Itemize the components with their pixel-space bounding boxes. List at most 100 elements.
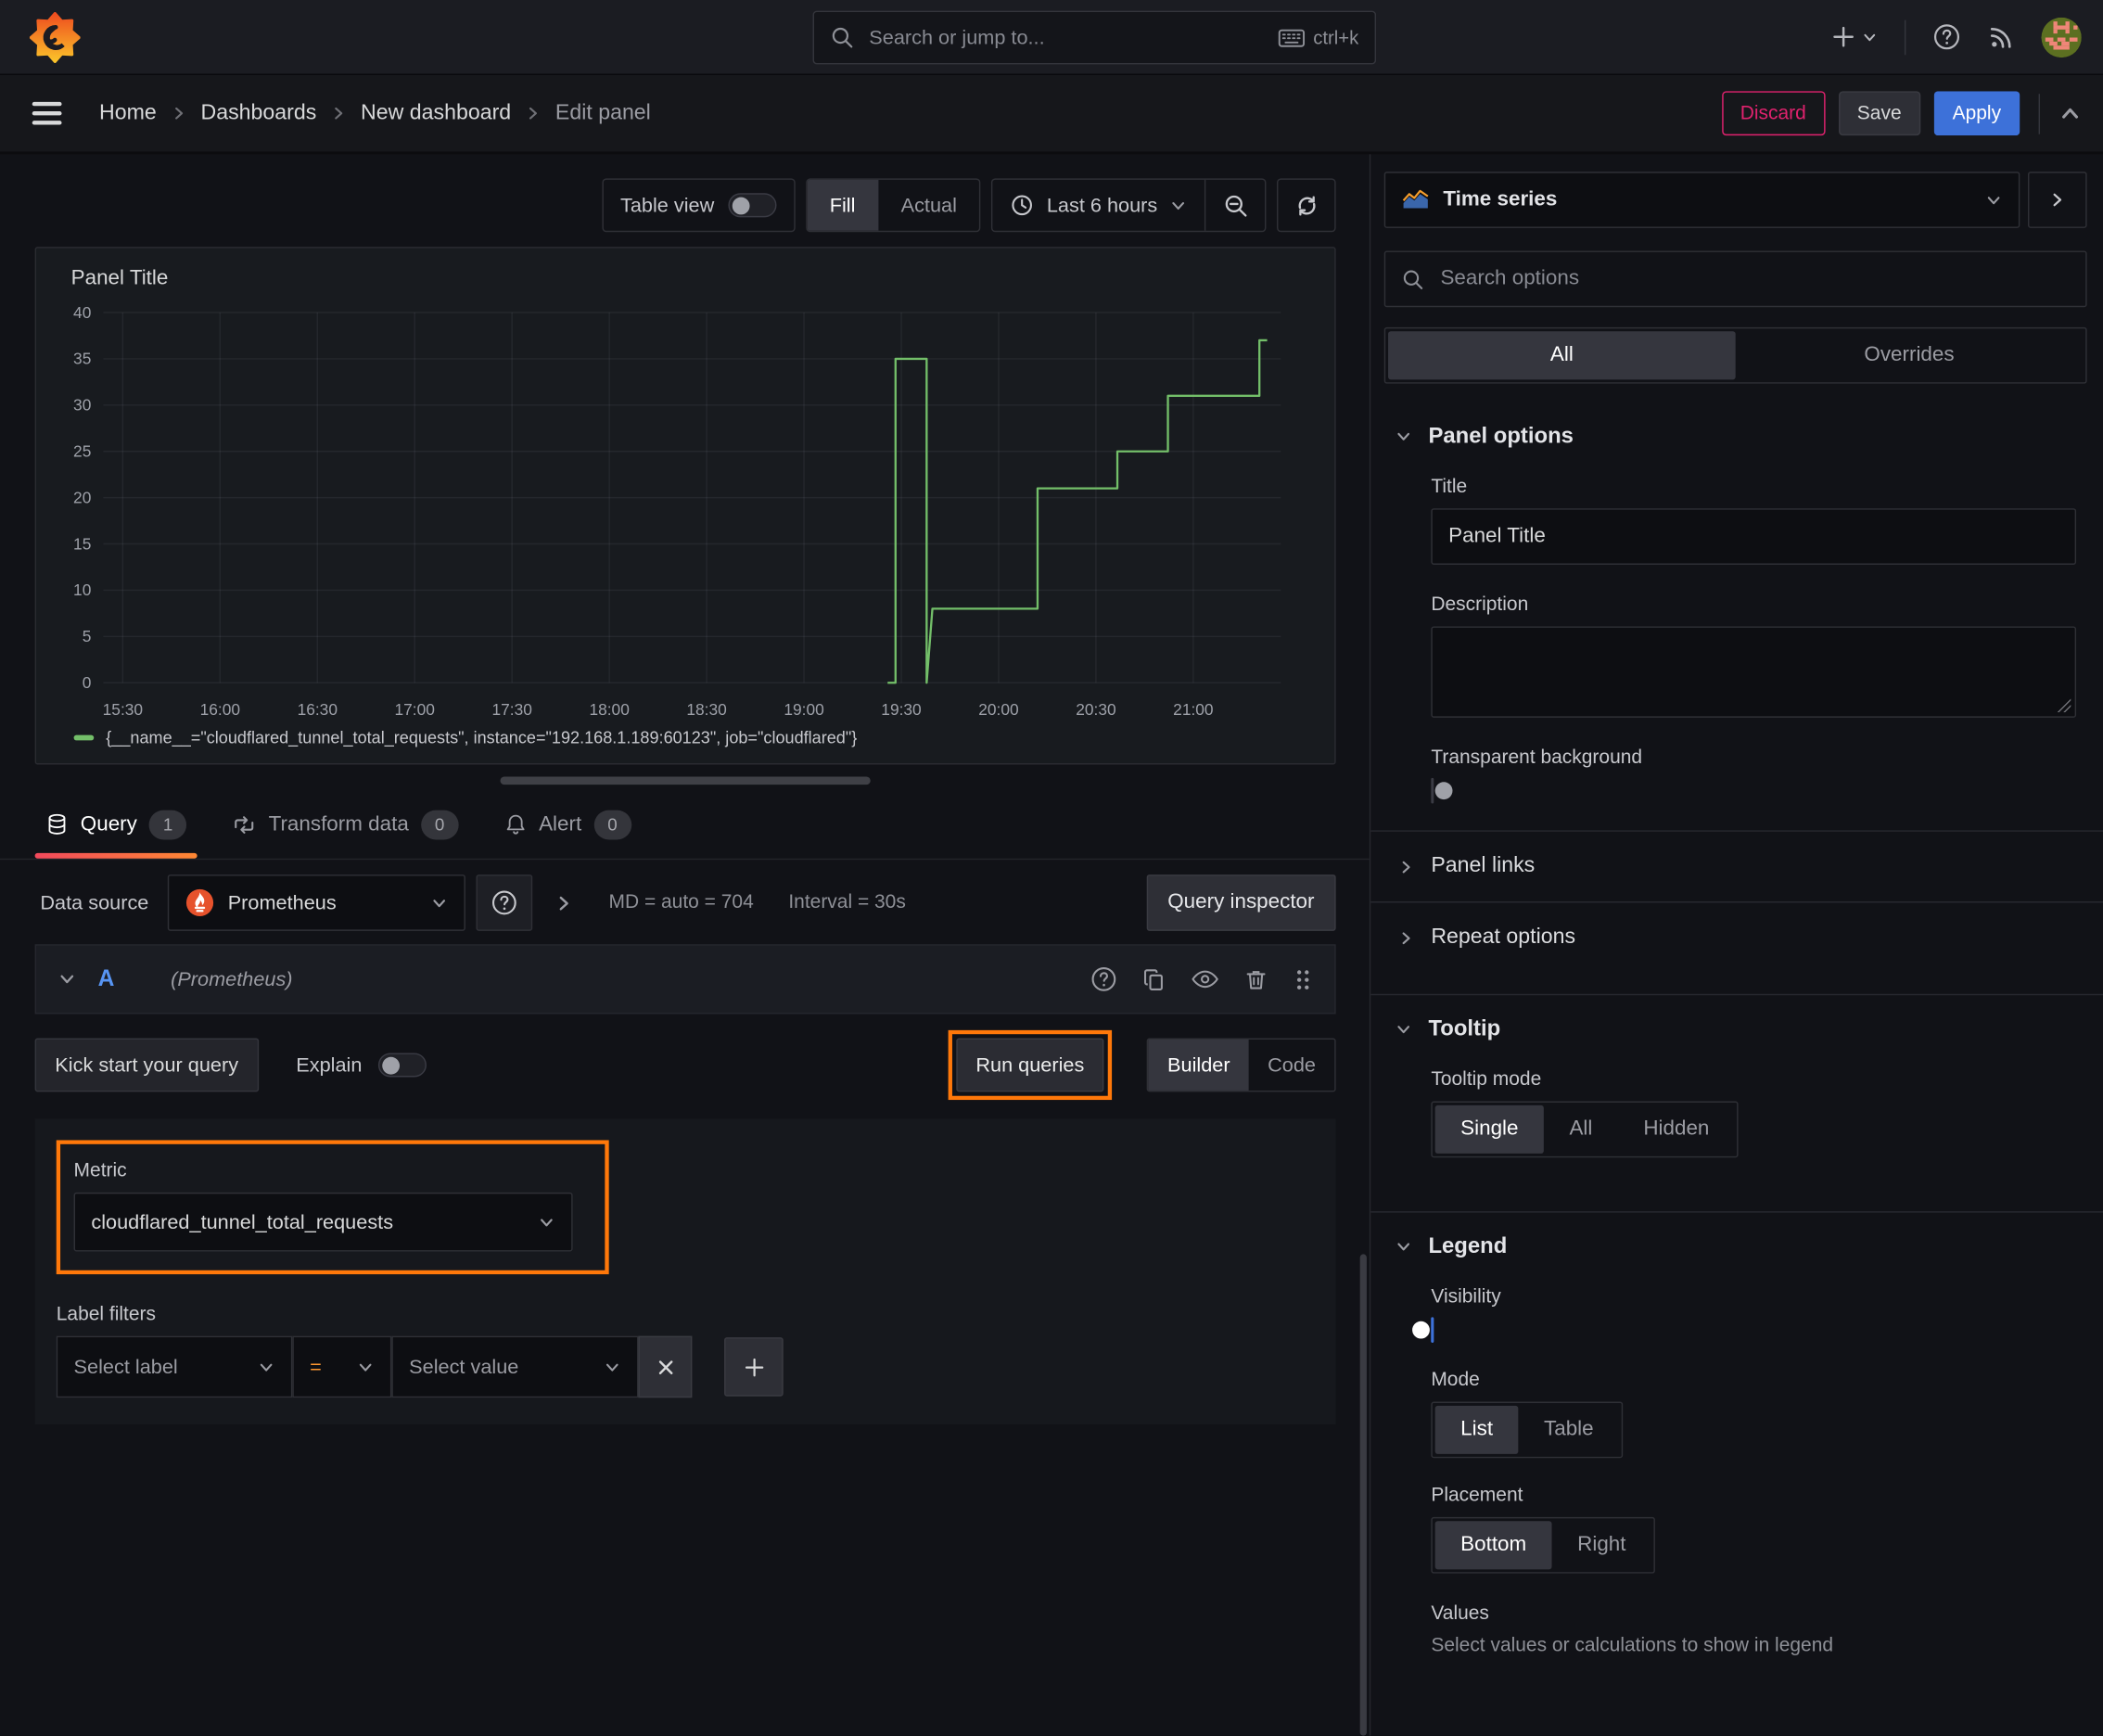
tab-alert[interactable]: Alert 0 xyxy=(499,790,637,859)
actions-divider xyxy=(2038,93,2041,134)
zoom-out-time-button[interactable] xyxy=(1205,178,1265,232)
operator-dropdown[interactable]: = xyxy=(292,1335,392,1398)
remove-filter-button[interactable] xyxy=(638,1335,693,1398)
builder-option[interactable]: Builder xyxy=(1148,1039,1249,1091)
tooltip-mode-all[interactable]: All xyxy=(1544,1105,1618,1154)
legend-mode-table[interactable]: Table xyxy=(1519,1406,1620,1454)
chevron-down-icon xyxy=(1395,1238,1412,1256)
table-view-toggle[interactable] xyxy=(727,193,776,218)
datasource-help-button[interactable] xyxy=(476,874,533,931)
apply-button[interactable]: Apply xyxy=(1933,91,2020,136)
grafana-logo-icon[interactable] xyxy=(30,11,81,62)
refresh-button[interactable] xyxy=(1277,178,1336,233)
repeat-options-section[interactable]: Repeat options xyxy=(1370,901,2103,973)
select-value-dropdown[interactable]: Select value xyxy=(391,1335,639,1398)
metric-select[interactable]: cloudflared_tunnel_total_requests xyxy=(73,1192,573,1252)
datasource-picker[interactable]: Prometheus xyxy=(167,874,465,931)
tooltip-mode-single[interactable]: Single xyxy=(1434,1104,1544,1154)
drag-handle-icon[interactable] xyxy=(1293,966,1313,991)
global-search-box[interactable]: ctrl+k xyxy=(812,10,1377,65)
chart-panel: Panel Title 0 5 10 15 20 25 30 35 40 15:30 16:00 16… xyxy=(34,247,1336,765)
panel-links-section[interactable]: Panel links xyxy=(1370,830,2103,901)
search-input[interactable] xyxy=(866,24,1267,51)
panel-options-sidebar: Time series All Overrides Panel options … xyxy=(1369,154,2103,1736)
description-textarea[interactable] xyxy=(1431,626,2077,718)
toggle-viz-picker-button[interactable] xyxy=(2028,172,2087,228)
legend-placement-bottom[interactable]: Bottom xyxy=(1434,1521,1552,1570)
tooltip-mode-hidden[interactable]: Hidden xyxy=(1618,1105,1735,1154)
tab-transform-data[interactable]: Transform data 0 xyxy=(227,790,464,859)
editor-tabs: Query 1 Transform data 0 Alert 0 xyxy=(0,790,1370,861)
panel-resize-handle[interactable] xyxy=(499,776,871,785)
query-row-header[interactable]: A (Prometheus) xyxy=(34,944,1336,1015)
tab-all-options[interactable]: All xyxy=(1388,331,1736,380)
chevron-down-icon xyxy=(430,894,448,912)
svg-text:18:00: 18:00 xyxy=(589,700,629,719)
query-help-icon[interactable] xyxy=(1090,965,1117,992)
tab-overrides[interactable]: Overrides xyxy=(1736,331,2084,379)
breadcrumb-dashboards[interactable]: Dashboards xyxy=(201,101,317,125)
chart-legend[interactable]: {__name__="cloudflared_tunnel_total_requ… xyxy=(52,726,1318,753)
collapse-panel-chevron-up-icon[interactable] xyxy=(2058,102,2082,125)
clock-icon xyxy=(1011,193,1035,217)
svg-text:19:00: 19:00 xyxy=(784,700,823,719)
actual-option[interactable]: Actual xyxy=(878,180,979,231)
delete-query-trash-icon[interactable] xyxy=(1243,966,1268,991)
breadcrumb-new-dashboard[interactable]: New dashboard xyxy=(361,101,511,125)
explain-toggle[interactable] xyxy=(377,1053,427,1078)
chevron-down-icon xyxy=(1395,428,1412,445)
chevron-right-icon xyxy=(1397,858,1415,875)
query-editor-card: A (Prometheus) Kick start your query Exp… xyxy=(34,944,1336,1425)
hide-query-eye-icon[interactable] xyxy=(1191,968,1218,989)
tab-query[interactable]: Query 1 xyxy=(34,790,198,859)
news-rss-icon[interactable] xyxy=(1988,23,2015,50)
options-search-box[interactable] xyxy=(1383,250,2087,308)
left-pane-scrollbar[interactable] xyxy=(1359,1254,1367,1736)
select-label-dropdown[interactable]: Select label xyxy=(56,1335,293,1398)
svg-text:20: 20 xyxy=(73,488,91,506)
query-inspector-button[interactable]: Query inspector xyxy=(1146,874,1336,931)
svg-text:15: 15 xyxy=(73,534,91,553)
add-filter-button[interactable] xyxy=(724,1337,784,1397)
save-button[interactable]: Save xyxy=(1838,91,1920,136)
legend-series-label[interactable]: {__name__="cloudflared_tunnel_total_requ… xyxy=(106,728,857,747)
help-icon[interactable] xyxy=(1932,23,1960,51)
tooltip-header[interactable]: Tooltip xyxy=(1370,995,2103,1047)
visualization-picker[interactable]: Time series xyxy=(1383,172,2020,228)
run-queries-button[interactable]: Run queries xyxy=(955,1038,1105,1092)
chevron-down-icon xyxy=(1862,29,1878,45)
transparent-background-toggle[interactable] xyxy=(1431,777,1453,804)
fill-option[interactable]: Fill xyxy=(807,179,879,231)
close-icon xyxy=(656,1357,676,1377)
panel-options-header[interactable]: Panel options xyxy=(1370,402,2103,454)
refresh-icon xyxy=(1294,193,1319,218)
visualization-type: Time series xyxy=(1443,187,1558,211)
legend-placement-right[interactable]: Right xyxy=(1552,1521,1651,1569)
svg-text:0: 0 xyxy=(83,673,92,692)
legend-visibility-toggle[interactable] xyxy=(1412,1317,1434,1343)
builder-code-segment: Builder Code xyxy=(1147,1038,1336,1092)
kick-start-query-button[interactable]: Kick start your query xyxy=(34,1038,259,1092)
query-options-summary[interactable]: MD = auto = 704 Interval = 30s xyxy=(608,892,905,913)
expand-options-chevron-icon[interactable] xyxy=(554,893,574,913)
menu-toggle-button[interactable] xyxy=(32,101,62,125)
chevron-down-icon xyxy=(357,1359,375,1376)
svg-text:16:30: 16:30 xyxy=(298,700,338,719)
user-avatar[interactable] xyxy=(2041,17,2082,57)
discard-button[interactable]: Discard xyxy=(1721,91,1826,136)
code-option[interactable]: Code xyxy=(1249,1040,1334,1091)
breadcrumb-home[interactable]: Home xyxy=(99,101,157,125)
new-menu-button[interactable] xyxy=(1830,24,1878,49)
options-search-input[interactable] xyxy=(1437,265,2070,293)
collapse-query-chevron-icon[interactable] xyxy=(57,970,76,989)
resize-grip-icon[interactable] xyxy=(2057,698,2071,713)
legend-header[interactable]: Legend xyxy=(1370,1213,2103,1265)
time-series-chart[interactable]: 0 5 10 15 20 25 30 35 40 15:30 16:00 16:30 17:00 17:3… xyxy=(52,294,1299,726)
tooltip-mode-segment: Single All Hidden xyxy=(1431,1101,1740,1158)
time-range-picker[interactable]: Last 6 hours xyxy=(993,180,1204,231)
panel-title-input[interactable] xyxy=(1431,508,2077,565)
duplicate-query-icon[interactable] xyxy=(1141,966,1166,991)
legend-mode-list[interactable]: List xyxy=(1434,1405,1519,1454)
query-datasource-hint: (Prometheus) xyxy=(171,967,293,991)
interval: Interval = 30s xyxy=(788,891,906,914)
